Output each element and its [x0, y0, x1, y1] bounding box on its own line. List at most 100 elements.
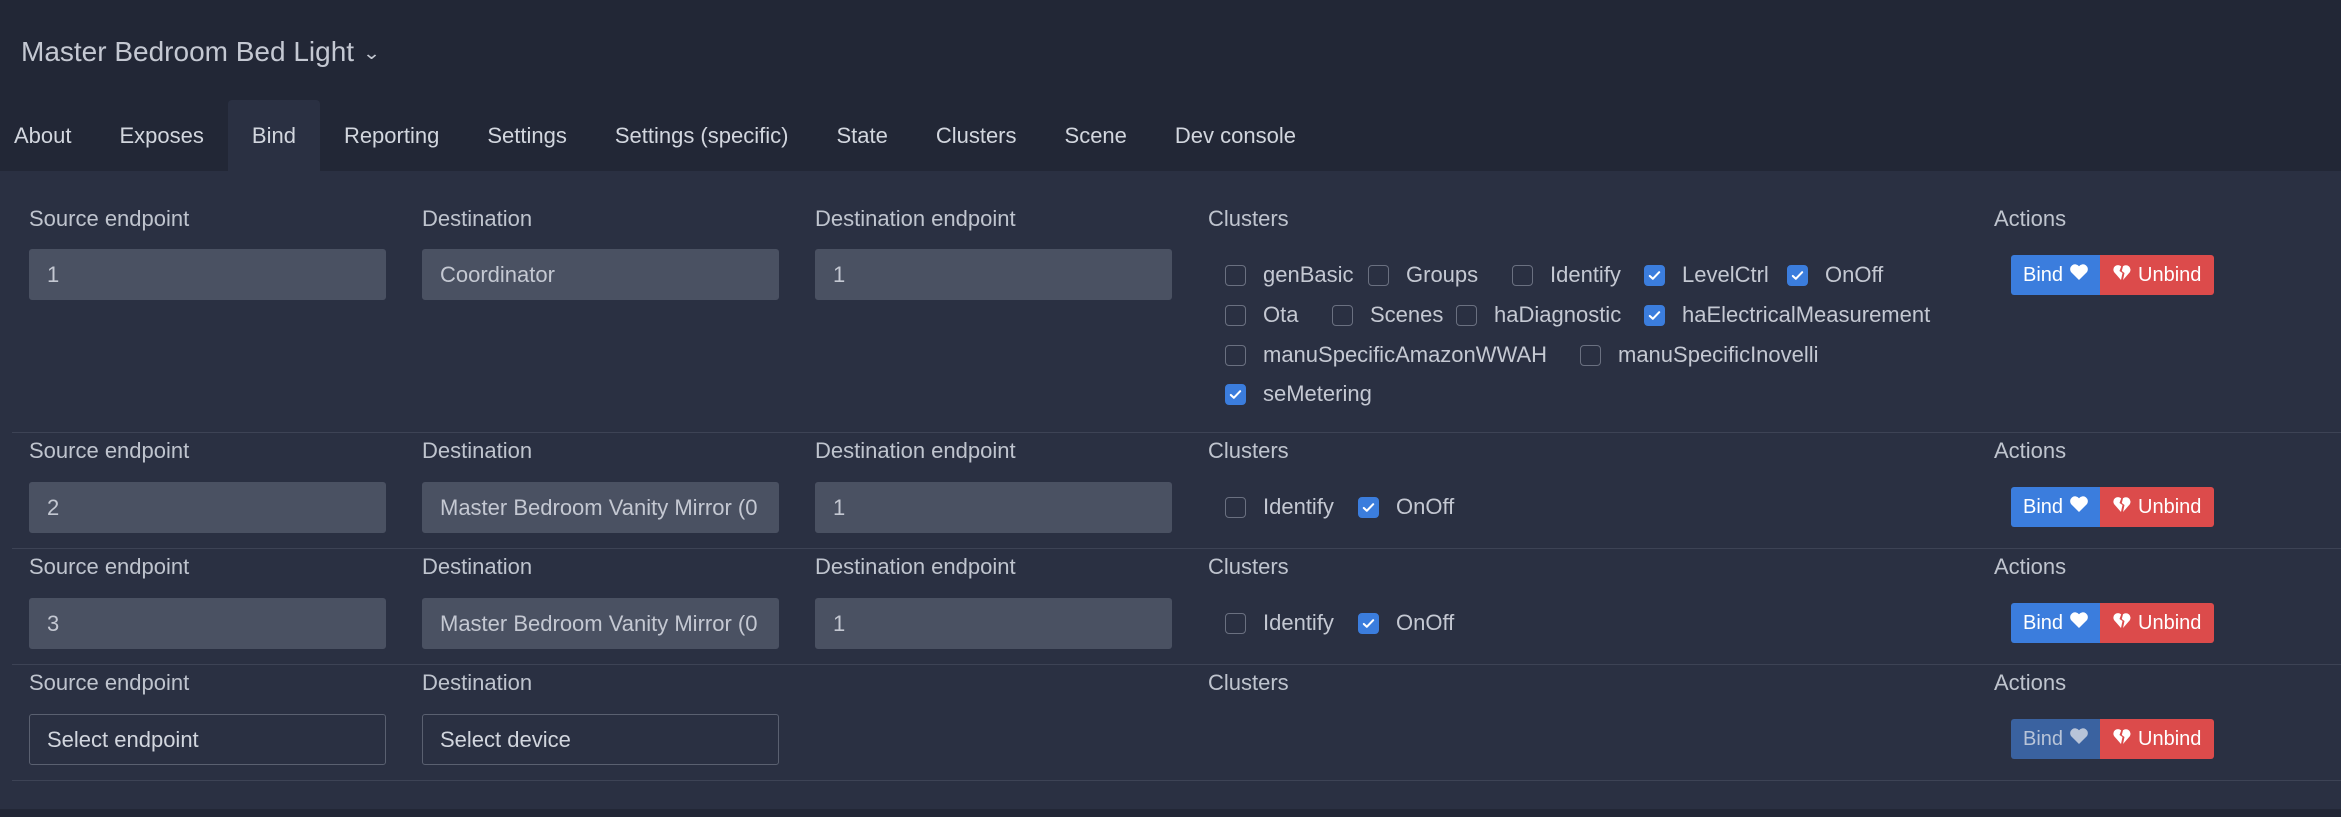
tab-about[interactable]: About — [0, 100, 96, 171]
source-endpoint-label: Source endpoint — [29, 554, 190, 579]
cluster-checkbox[interactable]: haDiagnostic — [1456, 302, 1621, 328]
checkbox-icon — [1580, 344, 1601, 366]
bind-button[interactable]: Bind — [2011, 487, 2100, 527]
destination-endpoint-field: 1 — [815, 598, 1172, 649]
checkbox-icon — [1368, 264, 1389, 286]
tab-bind[interactable]: Bind — [227, 100, 320, 171]
cluster-checkbox[interactable]: OnOff — [1358, 610, 1454, 636]
tab-dev-console[interactable]: Dev console — [1151, 100, 1320, 171]
cluster-checkbox[interactable]: manuSpecificAmazonWWAH — [1225, 342, 1547, 368]
destination-label: Destination — [422, 554, 533, 579]
cluster-name: Identify — [1550, 262, 1621, 287]
destination-endpoint-label: Destination endpoint — [815, 554, 1016, 579]
source-endpoint-field: 1 — [29, 249, 386, 300]
cluster-checkbox[interactable]: OnOff — [1787, 262, 1883, 288]
cluster-name: LevelCtrl — [1682, 262, 1769, 287]
tab-exposes[interactable]: Exposes — [96, 100, 228, 171]
cluster-checkbox[interactable]: Identify — [1512, 262, 1621, 288]
unbind-label: Unbind — [2138, 263, 2202, 286]
cluster-checkbox[interactable]: genBasic — [1225, 262, 1354, 288]
bind-panel: Source endpoint 1 Destination Coordinato… — [0, 171, 2341, 809]
destination-label: Destination — [422, 206, 533, 231]
action-buttons: Bind Unbind — [2011, 719, 2214, 759]
checkbox-icon — [1332, 304, 1353, 326]
cluster-name: seMetering — [1263, 381, 1372, 406]
checkbox-icon — [1225, 496, 1246, 518]
cluster-checkbox[interactable]: LevelCtrl — [1644, 262, 1769, 288]
tab-clusters[interactable]: Clusters — [912, 100, 1041, 171]
clusters-label: Clusters — [1208, 438, 1289, 463]
device-selector[interactable]: Master Bedroom Bed Light ⌄ — [21, 36, 381, 68]
actions-label: Actions — [1994, 206, 2067, 231]
chevron-down-icon: ⌄ — [362, 42, 381, 63]
bind-rule-row: Source endpoint 3 Destination Master Bed… — [12, 549, 2341, 665]
broken-heart-icon — [2112, 611, 2132, 635]
tab-scene[interactable]: Scene — [1041, 100, 1151, 171]
cluster-checkbox[interactable]: haElectricalMeasurement — [1644, 302, 1930, 328]
checkmark-icon — [1644, 304, 1665, 326]
cluster-name: OnOff — [1396, 494, 1455, 519]
cluster-name: Scenes — [1370, 302, 1444, 327]
cluster-checkbox[interactable]: Identify — [1225, 610, 1334, 636]
action-buttons: Bind Unbind — [2011, 487, 2214, 527]
broken-heart-icon — [2112, 727, 2132, 751]
checkbox-icon — [1225, 304, 1246, 326]
actions-label: Actions — [1994, 438, 2067, 463]
checkbox-icon — [1225, 344, 1246, 366]
checkmark-icon — [1225, 383, 1246, 405]
heart-icon — [2069, 495, 2089, 519]
footer-strip — [0, 809, 2341, 817]
cluster-list: genBasic Groups Identify LevelCtrl OnOff… — [1225, 262, 2025, 412]
source-endpoint-label: Source endpoint — [29, 670, 190, 695]
checkmark-icon — [1358, 496, 1379, 518]
cluster-list: Identify OnOff — [1225, 494, 1625, 524]
tab-bar: About Exposes Bind Reporting Settings Se… — [0, 100, 1320, 171]
cluster-checkbox[interactable]: Groups — [1368, 262, 1478, 288]
cluster-name: OnOff — [1396, 610, 1455, 635]
bind-rule-row: Source endpoint 1 Destination Coordinato… — [12, 171, 2341, 433]
unbind-button[interactable]: Unbind — [2100, 255, 2214, 295]
cluster-name: manuSpecificInovelli — [1618, 342, 1819, 367]
bind-rule-row: Source endpoint 2 Destination Master Bed… — [12, 433, 2341, 549]
source-endpoint-label: Source endpoint — [29, 438, 190, 463]
cluster-checkbox[interactable]: OnOff — [1358, 494, 1454, 520]
tab-settings[interactable]: Settings — [463, 100, 591, 171]
actions-label: Actions — [1994, 554, 2067, 579]
clusters-label: Clusters — [1208, 206, 1289, 231]
cluster-checkbox[interactable]: Ota — [1225, 302, 1298, 328]
header: Master Bedroom Bed Light ⌄ — [0, 0, 2341, 100]
checkbox-icon — [1512, 264, 1533, 286]
checkbox-icon — [1456, 304, 1477, 326]
destination-endpoint-label: Destination endpoint — [815, 206, 1016, 231]
heart-icon — [2069, 263, 2089, 287]
cluster-name: Groups — [1406, 262, 1479, 287]
device-name: Master Bedroom Bed Light — [21, 36, 355, 67]
cluster-checkbox[interactable]: Scenes — [1332, 302, 1443, 328]
bind-button[interactable]: Bind — [2011, 719, 2100, 759]
checkbox-icon — [1225, 264, 1246, 286]
bind-button[interactable]: Bind — [2011, 255, 2100, 295]
unbind-label: Unbind — [2138, 495, 2202, 518]
broken-heart-icon — [2112, 263, 2132, 287]
tab-reporting[interactable]: Reporting — [320, 100, 463, 171]
unbind-button[interactable]: Unbind — [2100, 603, 2214, 643]
cluster-name: haDiagnostic — [1494, 302, 1622, 327]
cluster-checkbox[interactable]: seMetering — [1225, 381, 1372, 407]
unbind-button[interactable]: Unbind — [2100, 487, 2214, 527]
action-buttons: Bind Unbind — [2011, 255, 2214, 295]
bind-label: Bind — [2023, 611, 2064, 634]
action-buttons: Bind Unbind — [2011, 603, 2214, 643]
tab-state[interactable]: State — [812, 100, 911, 171]
destination-device-select[interactable]: Select device — [422, 714, 779, 765]
cluster-checkbox[interactable]: Identify — [1225, 494, 1334, 520]
unbind-button[interactable]: Unbind — [2100, 719, 2214, 759]
tab-settings-specific[interactable]: Settings (specific) — [591, 100, 813, 171]
source-endpoint-select[interactable]: Select endpoint — [29, 714, 386, 765]
heart-icon — [2069, 611, 2089, 635]
cluster-list: Identify OnOff — [1225, 610, 1625, 640]
checkmark-icon — [1644, 264, 1665, 286]
bind-button[interactable]: Bind — [2011, 603, 2100, 643]
bind-label: Bind — [2023, 263, 2064, 286]
cluster-checkbox[interactable]: manuSpecificInovelli — [1580, 342, 1819, 368]
cluster-name: Ota — [1263, 302, 1299, 327]
